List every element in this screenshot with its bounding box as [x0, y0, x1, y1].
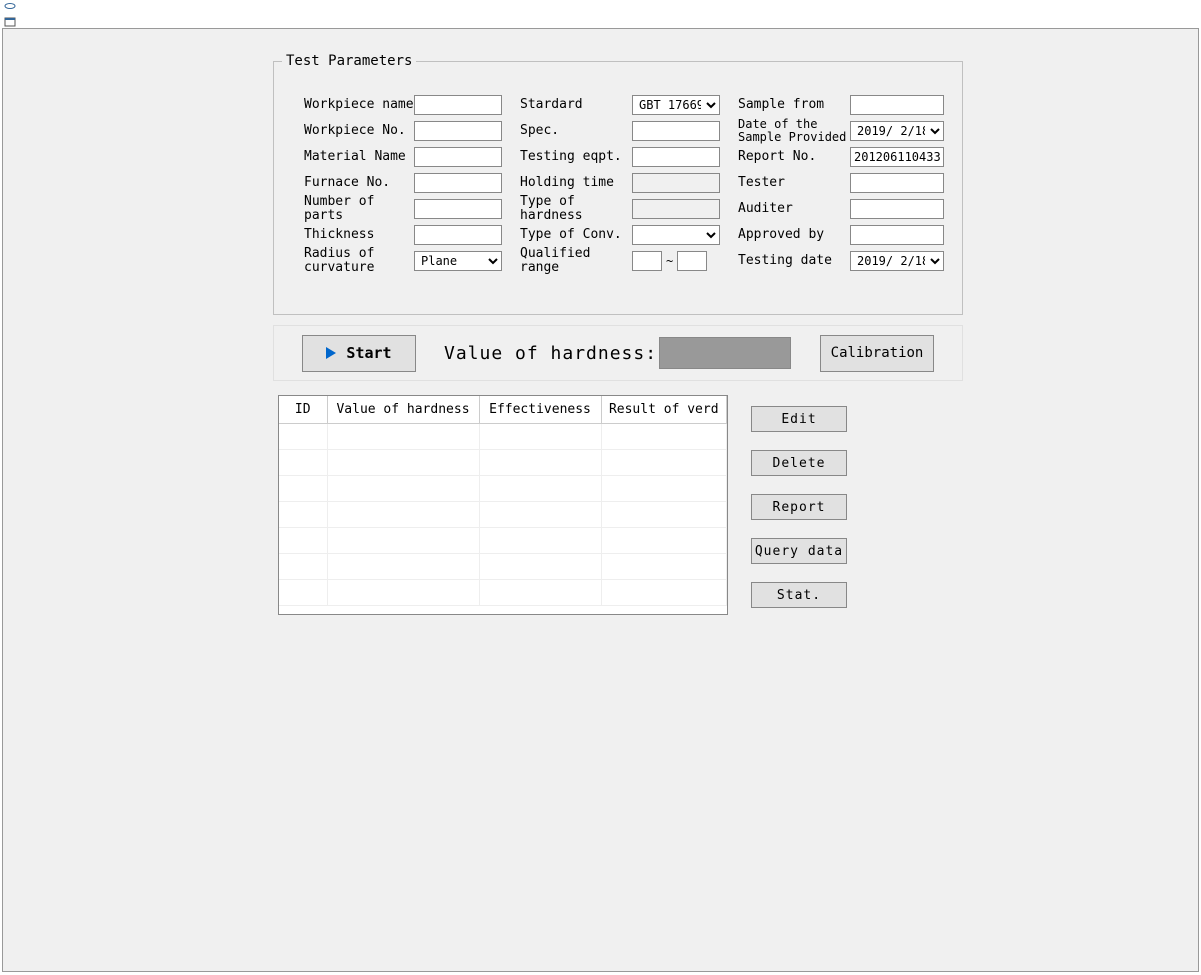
- query-data-button[interactable]: Query data: [751, 538, 847, 564]
- results-table: ID Value of hardness Effectiveness Resul…: [279, 396, 727, 606]
- start-button-label: Start: [346, 344, 391, 362]
- test-parameters-group: Test Parameters Workpiece name Stardard …: [273, 61, 963, 315]
- workpiece-name-input[interactable]: [414, 95, 502, 115]
- label-auditer: Auditer: [738, 202, 850, 216]
- table-row[interactable]: [279, 424, 727, 450]
- approved-by-input[interactable]: [850, 225, 944, 245]
- label-type-of-hardness: Type of hardness: [520, 195, 632, 224]
- table-header-value: Value of hardness: [327, 396, 479, 424]
- label-furnace-no: Furnace No.: [304, 176, 414, 190]
- holding-time-display: [632, 173, 720, 193]
- standard-select[interactable]: GBT 17669.:: [632, 95, 720, 115]
- edit-button[interactable]: Edit: [751, 406, 847, 432]
- range-tilde: ~: [666, 254, 673, 268]
- label-standard: Stardard: [520, 98, 632, 112]
- label-thickness: Thickness: [304, 228, 414, 242]
- results-table-wrap: ID Value of hardness Effectiveness Resul…: [278, 395, 728, 615]
- sample-from-input[interactable]: [850, 95, 944, 115]
- testing-date-select[interactable]: 2019/ 2/18: [850, 251, 944, 271]
- hardness-value-label: Value of hardness:: [444, 343, 657, 364]
- qualified-range-min-input[interactable]: [632, 251, 662, 271]
- groupbox-title: Test Parameters: [282, 53, 416, 69]
- auditer-input[interactable]: [850, 199, 944, 219]
- table-header-result: Result of verd: [601, 396, 727, 424]
- window-icon: [4, 16, 16, 28]
- start-button[interactable]: Start: [302, 335, 416, 372]
- action-bar: Start Value of hardness: Calibration: [273, 325, 963, 381]
- label-number-of-parts: Number of parts: [304, 195, 414, 224]
- label-workpiece-no: Workpiece No.: [304, 124, 414, 138]
- qualified-range-max-input[interactable]: [677, 251, 707, 271]
- label-date-sample-provided: Date of the Sample Provided: [738, 118, 850, 144]
- label-material-name: Material Name: [304, 150, 414, 164]
- app-icon: [4, 2, 16, 14]
- label-report-no: Report No.: [738, 150, 850, 164]
- label-testing-date: Testing date: [738, 254, 850, 268]
- hardness-value-display: [659, 337, 791, 369]
- radius-of-curvature-select[interactable]: Plane: [414, 251, 502, 271]
- table-row[interactable]: [279, 476, 727, 502]
- table-row[interactable]: [279, 450, 727, 476]
- play-icon: [326, 347, 336, 359]
- table-row[interactable]: [279, 554, 727, 580]
- furnace-no-input[interactable]: [414, 173, 502, 193]
- main-panel: Test Parameters Workpiece name Stardard …: [2, 28, 1199, 972]
- title-bar: [0, 0, 1201, 28]
- report-no-input[interactable]: [850, 147, 944, 167]
- label-holding-time: Holding time: [520, 176, 632, 190]
- label-approved-by: Approved by: [738, 228, 850, 242]
- workpiece-no-input[interactable]: [414, 121, 502, 141]
- label-testing-eqpt: Testing eqpt.: [520, 150, 632, 164]
- date-sample-provided-select[interactable]: 2019/ 2/18: [850, 121, 944, 141]
- table-row[interactable]: [279, 580, 727, 606]
- table-row[interactable]: [279, 528, 727, 554]
- label-type-of-conv: Type of Conv.: [520, 228, 632, 242]
- thickness-input[interactable]: [414, 225, 502, 245]
- table-row[interactable]: [279, 502, 727, 528]
- report-button[interactable]: Report: [751, 494, 847, 520]
- label-tester: Tester: [738, 176, 850, 190]
- type-of-hardness-display: [632, 199, 720, 219]
- label-qualified-range: Qualified range: [520, 247, 632, 276]
- material-name-input[interactable]: [414, 147, 502, 167]
- side-buttons: Edit Delete Report Query data Stat.: [751, 406, 847, 608]
- table-header-effectiveness: Effectiveness: [479, 396, 601, 424]
- label-workpiece-name: Workpiece name: [304, 98, 414, 112]
- delete-button[interactable]: Delete: [751, 450, 847, 476]
- type-of-conv-select[interactable]: [632, 225, 720, 245]
- tester-input[interactable]: [850, 173, 944, 193]
- label-sample-from: Sample from: [738, 98, 850, 112]
- testing-eqpt-input[interactable]: [632, 147, 720, 167]
- number-of-parts-input[interactable]: [414, 199, 502, 219]
- calibration-button[interactable]: Calibration: [820, 335, 934, 372]
- label-spec: Spec.: [520, 124, 632, 138]
- label-radius-of-curvature: Radius of curvature: [304, 247, 414, 276]
- stat-button[interactable]: Stat.: [751, 582, 847, 608]
- spec-input[interactable]: [632, 121, 720, 141]
- table-header-id: ID: [279, 396, 327, 424]
